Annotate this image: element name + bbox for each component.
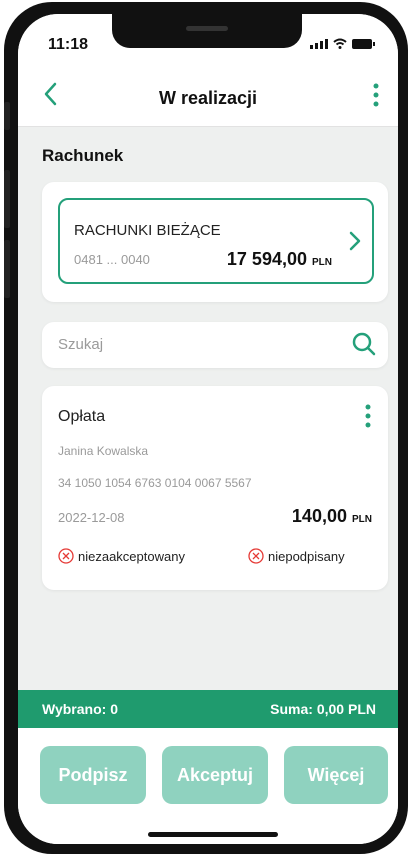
action-bar: Podpisz Akceptuj Więcej	[18, 728, 398, 844]
transaction-card[interactable]: Opłata Janina Kowalska 34 1050 1054 6763…	[42, 386, 388, 590]
account-currency: PLN	[312, 257, 332, 268]
battery-icon	[352, 39, 375, 49]
app-header: W realizacji	[18, 62, 398, 127]
phone-frame: 11:18 W realizacji Rachunek RACHUNKI BIE…	[4, 2, 408, 854]
side-button	[4, 102, 10, 130]
status-not-accepted-label: niezaakceptowany	[78, 548, 185, 564]
accept-button[interactable]: Akceptuj	[162, 746, 268, 804]
side-button	[4, 170, 10, 228]
transaction-amount: 140,00 PLN	[292, 506, 372, 527]
page-title: W realizacji	[158, 88, 258, 108]
transaction-menu-icon[interactable]	[358, 402, 378, 430]
status-icons	[310, 38, 375, 49]
sign-button[interactable]: Podpisz	[40, 746, 146, 804]
section-label-account: Rachunek	[42, 146, 124, 165]
account-balance-value: 17 594,00	[226, 249, 307, 269]
notch-speaker	[186, 26, 228, 31]
status-not-accepted: niezaakceptowany	[58, 548, 185, 564]
account-card: RACHUNKI BIEŻĄCE 0481 ... 0040 17 594,00…	[42, 182, 388, 302]
search-input[interactable]: Szukaj	[58, 336, 103, 353]
selection-summary-bar: Wybrano: 0 Suma: 0,00 PLN	[18, 690, 398, 728]
account-number: 0481 ... 0040	[74, 252, 150, 267]
more-menu-icon[interactable]	[366, 80, 386, 110]
account-name: RACHUNKI BIEŻĄCE	[74, 222, 221, 239]
app-screen: 11:18 W realizacji Rachunek RACHUNKI BIE…	[18, 14, 398, 844]
transaction-date: 2022-12-08	[58, 510, 125, 525]
side-button	[4, 240, 10, 298]
account-balance: 17 594,00 PLN	[227, 249, 332, 270]
search-box[interactable]: Szukaj	[42, 322, 388, 368]
status-not-signed-label: niepodpisany	[268, 548, 345, 564]
transaction-recipient: Janina Kowalska	[58, 444, 149, 458]
home-indicator	[148, 832, 278, 837]
chevron-right-icon	[349, 231, 361, 251]
transaction-account-number: 34 1050 1054 6763 0104 0067 5567	[58, 476, 252, 490]
status-time: 11:18	[48, 36, 89, 53]
error-circle-icon	[248, 548, 264, 564]
transaction-title: Opłata	[58, 408, 106, 425]
selected-count: Wybrano: 0	[42, 701, 118, 717]
account-selector[interactable]: RACHUNKI BIEŻĄCE 0481 ... 0040 17 594,00…	[58, 198, 374, 284]
selected-total: Suma: 0,00 PLN	[270, 701, 376, 717]
more-button[interactable]: Więcej	[284, 746, 388, 804]
transaction-amount-value: 140,00	[291, 506, 347, 526]
status-not-signed: niepodpisany	[248, 548, 345, 564]
status-bar: 11:18	[18, 14, 398, 62]
wifi-icon	[333, 38, 347, 49]
error-circle-icon	[58, 548, 74, 564]
search-icon[interactable]	[350, 330, 378, 358]
signal-icon	[310, 39, 328, 49]
transaction-currency: PLN	[352, 514, 372, 525]
notch	[112, 14, 302, 48]
